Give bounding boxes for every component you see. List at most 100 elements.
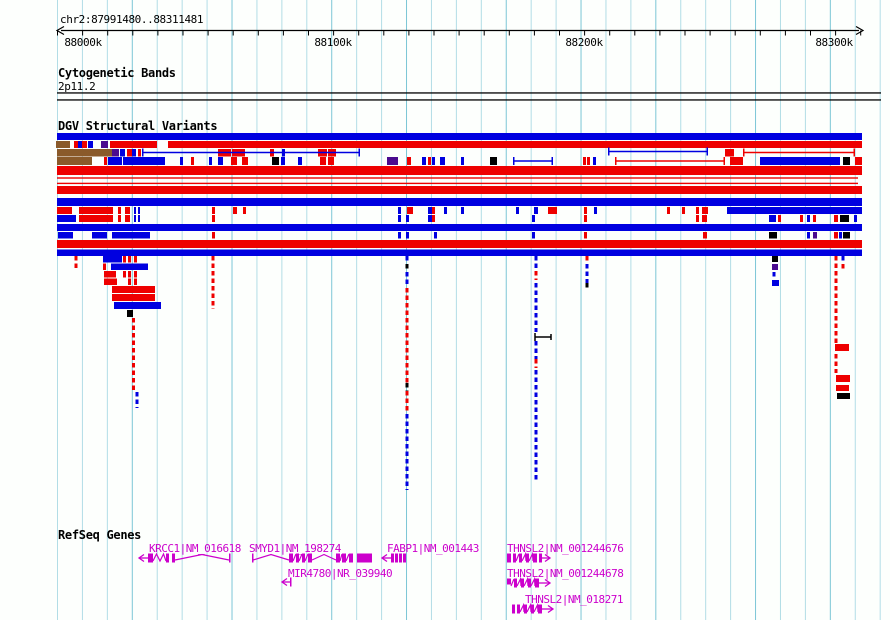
- gene-exon[interactable]: [357, 553, 372, 563]
- variant-block[interactable]: [127, 310, 133, 317]
- variant-segment[interactable]: [584, 215, 587, 222]
- variant-segment[interactable]: [778, 215, 781, 222]
- variant-segment[interactable]: [584, 232, 587, 239]
- variant-bar[interactable]: [57, 166, 862, 175]
- variant-segment[interactable]: [118, 207, 121, 214]
- variant-block[interactable]: [134, 271, 137, 278]
- variant-segment[interactable]: [57, 149, 112, 157]
- variant-block[interactable]: [772, 280, 779, 286]
- variant-segment[interactable]: [398, 232, 401, 239]
- variant-bar[interactable]: [57, 133, 862, 140]
- variant-segment[interactable]: [406, 232, 409, 239]
- variant-segment[interactable]: [218, 157, 223, 165]
- variant-segment[interactable]: [118, 215, 121, 222]
- variant-segment[interactable]: [88, 141, 93, 148]
- gene-exon[interactable]: [517, 604, 520, 614]
- variant-block[interactable]: [112, 286, 155, 293]
- variant-segment[interactable]: [769, 232, 777, 239]
- variant-segment[interactable]: [834, 215, 838, 222]
- variant-segment[interactable]: [843, 232, 850, 239]
- variant-segment[interactable]: [101, 141, 108, 148]
- gene-exon[interactable]: [533, 553, 537, 563]
- variant-segment[interactable]: [138, 149, 141, 157]
- variant-segment[interactable]: [57, 157, 92, 165]
- gene-exon[interactable]: [395, 553, 398, 563]
- variant-segment[interactable]: [78, 141, 82, 148]
- variant-segment[interactable]: [74, 141, 78, 148]
- variant-segment[interactable]: [725, 149, 734, 157]
- variant-segment[interactable]: [79, 215, 113, 222]
- variant-bar[interactable]: [57, 198, 862, 206]
- variant-segment[interactable]: [407, 207, 413, 214]
- variant-segment[interactable]: [123, 157, 165, 165]
- variant-segment[interactable]: [92, 232, 107, 239]
- variant-segment[interactable]: [432, 157, 435, 165]
- variant-segment[interactable]: [428, 207, 432, 214]
- gene-exon[interactable]: [513, 553, 516, 563]
- variant-segment[interactable]: [212, 232, 215, 239]
- variant-segment[interactable]: [432, 215, 435, 222]
- variant-block[interactable]: [112, 294, 155, 301]
- variant-segment[interactable]: [682, 207, 685, 214]
- variant-segment[interactable]: [272, 157, 279, 165]
- variant-segment[interactable]: [800, 215, 803, 222]
- variant-bar[interactable]: [57, 249, 862, 257]
- variant-segment[interactable]: [57, 215, 76, 222]
- gene-exon[interactable]: [519, 553, 522, 563]
- variant-thin-line[interactable]: [57, 177, 858, 179]
- variant-segment[interactable]: [730, 157, 743, 165]
- variant-segment[interactable]: [387, 157, 398, 165]
- variant-segment[interactable]: [807, 232, 810, 239]
- gene-exon[interactable]: [403, 553, 406, 563]
- variant-segment[interactable]: [428, 215, 432, 222]
- variant-block[interactable]: [128, 256, 131, 263]
- gene-exon[interactable]: [391, 553, 394, 563]
- variant-segment[interactable]: [548, 207, 557, 214]
- variant-block[interactable]: [123, 271, 126, 278]
- variant-segment[interactable]: [138, 215, 140, 222]
- variant-segment[interactable]: [328, 157, 334, 165]
- variant-block[interactable]: [134, 256, 137, 263]
- variant-block[interactable]: [123, 256, 126, 263]
- variant-block[interactable]: [128, 278, 131, 286]
- variant-segment[interactable]: [127, 149, 132, 157]
- variant-segment[interactable]: [406, 215, 409, 222]
- variant-segment[interactable]: [703, 232, 707, 239]
- variant-block[interactable]: [134, 278, 137, 286]
- variant-block[interactable]: [772, 256, 778, 262]
- variant-segment[interactable]: [696, 215, 699, 222]
- variant-segment[interactable]: [422, 157, 426, 165]
- variant-segment[interactable]: [843, 157, 850, 165]
- variant-segment[interactable]: [298, 157, 302, 165]
- variant-segment[interactable]: [320, 157, 326, 165]
- variant-block[interactable]: [104, 278, 117, 286]
- gene-exon[interactable]: [507, 553, 511, 563]
- variant-segment[interactable]: [444, 207, 447, 214]
- gene-exon[interactable]: [399, 553, 402, 563]
- variant-segment[interactable]: [243, 207, 246, 214]
- variant-segment[interactable]: [532, 232, 535, 239]
- variant-block[interactable]: [104, 271, 116, 278]
- gene-exon[interactable]: [539, 553, 542, 563]
- variant-segment[interactable]: [587, 157, 590, 165]
- variant-segment[interactable]: [593, 157, 596, 165]
- variant-bar[interactable]: [57, 240, 862, 248]
- gene-exon[interactable]: [342, 553, 346, 563]
- variant-segment[interactable]: [212, 215, 215, 222]
- variant-segment[interactable]: [180, 157, 183, 165]
- variant-block[interactable]: [835, 344, 849, 351]
- variant-block[interactable]: [128, 271, 131, 278]
- variant-thin-line[interactable]: [57, 182, 858, 185]
- variant-segment[interactable]: [79, 207, 113, 214]
- variant-segment[interactable]: [209, 157, 212, 165]
- variant-block[interactable]: [837, 393, 850, 399]
- variant-segment[interactable]: [125, 207, 130, 214]
- variant-segment[interactable]: [132, 149, 136, 157]
- variant-block[interactable]: [836, 375, 850, 382]
- variant-segment[interactable]: [56, 141, 70, 148]
- variant-block[interactable]: [772, 264, 778, 270]
- variant-segment[interactable]: [138, 207, 140, 214]
- variant-segment[interactable]: [281, 157, 285, 165]
- variant-segment[interactable]: [233, 207, 237, 214]
- variant-segment[interactable]: [813, 232, 817, 239]
